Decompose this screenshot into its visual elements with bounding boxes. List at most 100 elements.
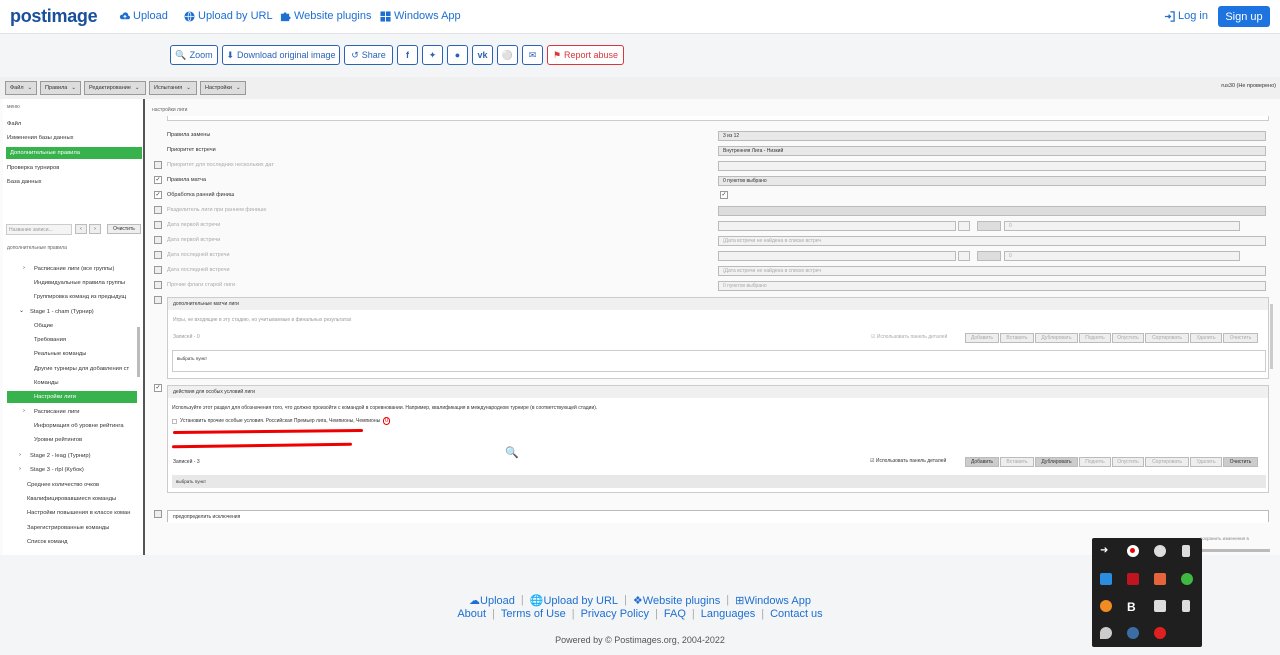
checkbox[interactable] bbox=[154, 281, 162, 289]
search-input[interactable]: Название записи... bbox=[6, 224, 72, 235]
tree-item[interactable]: Уровни рейтингов bbox=[34, 437, 82, 443]
match-rules-select[interactable]: 0 пунктов выбрано bbox=[718, 176, 1266, 186]
checkbox-checked[interactable]: ✓ bbox=[154, 176, 162, 184]
footer-about[interactable]: About bbox=[457, 608, 486, 620]
tree-item[interactable]: Stage 3 - rlpl (Кубок) bbox=[30, 467, 84, 473]
old-league-flags-select[interactable]: 0 пунктов выбрано bbox=[718, 281, 1266, 291]
logo[interactable]: postimage bbox=[10, 6, 98, 27]
tree-item[interactable]: Общие bbox=[34, 323, 53, 329]
nav-upload-by-url[interactable]: Upload by URL bbox=[184, 10, 273, 22]
tree-item[interactable]: Настройки повышения в классе коман bbox=[27, 510, 137, 516]
menu-file[interactable]: Файл ⌄ bbox=[5, 81, 37, 95]
date-value-input[interactable]: 0 bbox=[1004, 221, 1240, 231]
footer-privacy[interactable]: Privacy Policy bbox=[581, 608, 649, 620]
delete-button[interactable]: Удалить bbox=[1190, 333, 1222, 343]
tree-item[interactable]: Расписание лиги bbox=[34, 409, 80, 415]
date-field[interactable] bbox=[958, 221, 970, 231]
move-down-button[interactable]: Опустить bbox=[1112, 457, 1144, 467]
use-panel-toggle[interactable]: ☑ Использовать панель деталей bbox=[871, 334, 947, 340]
footer-windows-app[interactable]: ⊞Windows App bbox=[735, 594, 811, 607]
tree-item[interactable]: Список команд bbox=[27, 539, 68, 545]
condition-item[interactable]: Установить прочие особые условия. Россий… bbox=[172, 417, 391, 425]
tree-expand-icon[interactable]: › bbox=[19, 466, 21, 472]
reddit-button[interactable]: ● bbox=[447, 45, 468, 65]
checkbox[interactable] bbox=[154, 266, 162, 274]
footer-terms[interactable]: Terms of Use bbox=[501, 608, 566, 620]
tree-item[interactable]: Информация об уровне рейтинга bbox=[34, 423, 138, 429]
left-menu-check-tournaments[interactable]: Проверка турниров bbox=[7, 165, 59, 171]
sign-up-button[interactable]: Sign up bbox=[1218, 6, 1270, 27]
tree-expand-icon[interactable]: › bbox=[19, 452, 21, 458]
date-field[interactable] bbox=[958, 251, 970, 261]
delete-button[interactable]: Удалить bbox=[1190, 457, 1222, 467]
duplicate-button[interactable]: Дублировать bbox=[1035, 457, 1078, 467]
tray-app-icon[interactable]: ➜ bbox=[1100, 545, 1112, 557]
checkbox[interactable] bbox=[154, 251, 162, 259]
prev-button[interactable]: ‹ bbox=[75, 224, 87, 234]
twitter-button[interactable]: ✦ bbox=[422, 45, 443, 65]
checkbox[interactable] bbox=[154, 236, 162, 244]
tree-item[interactable]: Требования bbox=[34, 337, 66, 343]
nav-upload[interactable]: Upload bbox=[119, 10, 168, 22]
add-button[interactable]: Добавить bbox=[965, 333, 999, 343]
checkbox[interactable] bbox=[154, 221, 162, 229]
tree-expand-icon[interactable]: › bbox=[23, 265, 25, 271]
menu-rules[interactable]: Правила ⌄ bbox=[40, 81, 81, 95]
use-panel-toggle[interactable]: ☑ Использовать панель деталей bbox=[870, 458, 946, 464]
move-down-button[interactable]: Опустить bbox=[1112, 333, 1144, 343]
menu-settings[interactable]: Настройки ⌄ bbox=[200, 81, 246, 95]
amd-icon[interactable] bbox=[1127, 573, 1139, 585]
divider-input[interactable] bbox=[718, 206, 1266, 216]
sort-button[interactable]: Сортировать bbox=[1145, 457, 1189, 467]
tree-item[interactable]: Команды bbox=[34, 380, 59, 386]
share-button[interactable]: ↺ Share bbox=[344, 45, 393, 65]
date-field[interactable] bbox=[977, 221, 1001, 231]
shield-icon[interactable] bbox=[1100, 573, 1112, 585]
clear-button[interactable]: Очистить bbox=[107, 224, 141, 234]
download-button[interactable]: ⬇ Download original image bbox=[222, 45, 340, 65]
add-button[interactable]: Добавить bbox=[965, 457, 999, 467]
tree-item[interactable]: Среднее количество очков bbox=[27, 482, 99, 488]
odnoklassniki-button[interactable]: ⚪ bbox=[497, 45, 518, 65]
footer-upload[interactable]: ☁Upload bbox=[469, 594, 515, 607]
disk-icon[interactable] bbox=[1154, 545, 1166, 557]
checkbox[interactable] bbox=[172, 418, 177, 424]
footer-website-plugins[interactable]: ❖Website plugins bbox=[633, 594, 720, 607]
tree-item-league-settings[interactable]: Настройки лиги bbox=[7, 391, 137, 403]
tree-item[interactable]: Stage 2 - leag (Турнир) bbox=[30, 453, 91, 459]
left-menu-additional-rules[interactable]: Дополнительные правила bbox=[6, 147, 142, 159]
color-app-icon[interactable] bbox=[1154, 573, 1166, 585]
checkbox[interactable] bbox=[154, 510, 162, 518]
tree-item[interactable]: Реальные команды bbox=[34, 351, 86, 357]
duplicate-button[interactable]: Дублировать bbox=[1035, 333, 1078, 343]
scrollbar-thumb[interactable] bbox=[137, 327, 140, 377]
clear-button[interactable]: Очистить bbox=[1223, 333, 1258, 343]
left-menu-db-changes[interactable]: Изменения базы данных bbox=[7, 135, 74, 141]
tree-item[interactable]: Зарегистрированные команды bbox=[27, 525, 109, 531]
green-app-icon[interactable] bbox=[1181, 573, 1193, 585]
choose-item-field[interactable]: выбрать пункт bbox=[172, 350, 1266, 372]
tree-item[interactable]: Расписание лиги (все группы) bbox=[34, 266, 138, 272]
last-dates-priority-select[interactable] bbox=[718, 161, 1266, 171]
tree-item[interactable]: Другие турниры для добавления ст bbox=[34, 366, 138, 372]
footer-languages[interactable]: Languages bbox=[701, 608, 755, 620]
sort-button[interactable]: Сортировать bbox=[1145, 333, 1189, 343]
substitution-rules-select[interactable]: 3 из 12 bbox=[718, 131, 1266, 141]
menu-tests[interactable]: Испытания ⌄ bbox=[149, 81, 197, 95]
date-field[interactable] bbox=[977, 251, 1001, 261]
tree-expand-icon[interactable]: › bbox=[23, 408, 25, 414]
usb-icon[interactable] bbox=[1182, 545, 1190, 557]
clear-button[interactable]: Очистить bbox=[1223, 457, 1258, 467]
move-up-button[interactable]: Поднять bbox=[1079, 333, 1111, 343]
next-button[interactable]: › bbox=[89, 224, 101, 234]
horizontal-scrollbar[interactable] bbox=[1200, 549, 1270, 552]
report-abuse-button[interactable]: ⚑ Report abuse bbox=[547, 45, 624, 65]
vk-button[interactable]: vk bbox=[472, 45, 493, 65]
checkbox-checked[interactable]: ✓ bbox=[154, 384, 162, 392]
early-finish-checkbox[interactable]: ✓ bbox=[720, 191, 728, 199]
checkbox-checked[interactable]: ✓ bbox=[154, 191, 162, 199]
tree-item[interactable]: Квалифицировавшиеся команды bbox=[27, 496, 116, 502]
choose-item-field[interactable]: выбрать пункт bbox=[172, 475, 1266, 488]
footer-faq[interactable]: FAQ bbox=[664, 608, 686, 620]
nav-windows-app[interactable]: Windows App bbox=[380, 10, 461, 22]
